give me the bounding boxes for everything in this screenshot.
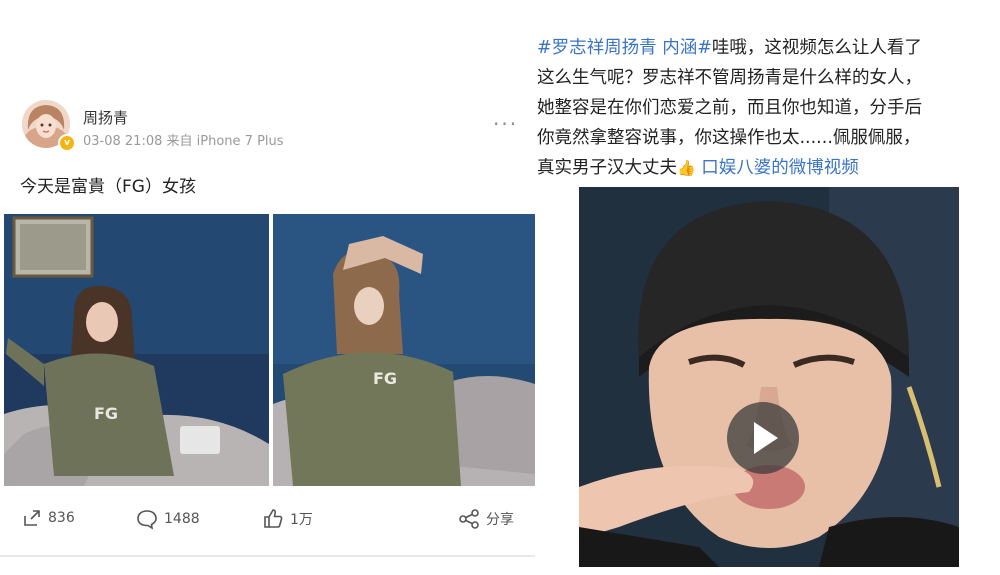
repost-count: 836 [48, 510, 75, 526]
post-text: 今天是富貴（FG）女孩 [20, 177, 196, 197]
post-photo-2[interactable]: FG [273, 214, 535, 486]
video-thumbnail[interactable] [579, 187, 959, 567]
like-count: 1万 [290, 512, 313, 528]
share-icon [459, 509, 479, 529]
post-timestamp: 03-08 21:08 [83, 134, 163, 149]
share-label: 分享 [486, 512, 514, 528]
repost-button[interactable]: 836 [22, 508, 75, 528]
divider [0, 555, 535, 557]
video-link[interactable]: 口娱八婆的微博视频 [701, 158, 859, 178]
text-line-1-rest: 哇哦，这视频怎么让人看了 [711, 38, 922, 58]
play-button-icon[interactable] [727, 402, 799, 474]
text-line-1: #罗志祥周扬青 内涵#哇哦，这视频怎么让人看了 [537, 33, 995, 63]
text-line-5: 真实男子汉大丈夫👍 口娱八婆的微博视频 [537, 153, 995, 183]
share-button[interactable]: 分享 [458, 508, 514, 530]
username[interactable]: 周扬青 [83, 107, 128, 128]
text-line-2: 这么生气呢？罗志祥不管周扬青是什么样的女人， [537, 68, 922, 88]
post-photo-1[interactable]: FG [4, 214, 269, 486]
text-line-5-plain: 真实男子汉大丈夫 [537, 158, 677, 178]
comment-icon [137, 510, 157, 530]
verified-badge-icon: v [58, 134, 76, 152]
post-actions: 836 1488 1万 分享 [0, 508, 535, 538]
weibo-post-left: v 周扬青 03-08 21:08 来自 iPhone 7 Plus ··· 今… [0, 0, 535, 575]
comment-button[interactable]: 1488 [136, 508, 200, 530]
like-button[interactable]: 1万 [262, 508, 313, 530]
text-line-3: 她整容是在你们恋爱之前，而且你也知道，分手后 [537, 98, 922, 118]
thumbs-up-icon [264, 509, 283, 528]
repost-icon [24, 510, 40, 526]
hashtag-link[interactable]: #罗志祥周扬青 内涵# [537, 38, 712, 58]
repost-text: #罗志祥周扬青 内涵#哇哦，这视频怎么让人看了 这么生气呢？罗志祥不管周扬青是什… [537, 33, 995, 183]
more-options-icon[interactable]: ··· [493, 112, 518, 136]
shirt-print: FG [94, 404, 118, 423]
weibo-post-right: #罗志祥周扬青 内涵#哇哦，这视频怎么让人看了 这么生气呢？罗志祥不管周扬青是什… [535, 0, 1000, 575]
shirt-print: FG [373, 369, 397, 388]
thumbs-up-emoji-icon: 👍 [677, 159, 696, 177]
post-source: 来自 iPhone 7 Plus [166, 134, 284, 149]
comment-count: 1488 [164, 511, 200, 527]
text-line-4: 你竟然拿整容说事，你这操作也太......佩服佩服， [537, 128, 921, 148]
post-meta: 03-08 21:08 来自 iPhone 7 Plus [83, 130, 284, 149]
